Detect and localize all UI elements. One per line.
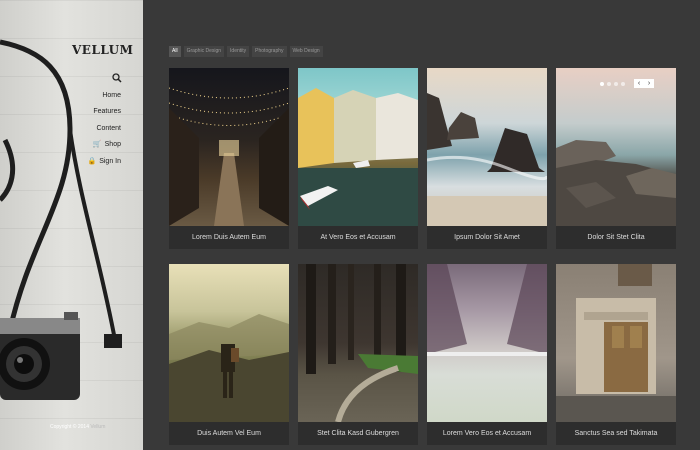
nav-item-sign-in[interactable]: 🔒 Sign In [87, 157, 121, 173]
portfolio-filters: All Graphic Design Identity Photography … [169, 46, 323, 57]
nav-item-label: Features [93, 108, 121, 116]
nav-item-home[interactable]: Home [87, 91, 121, 107]
filter-web-design[interactable]: Web Design [289, 46, 323, 57]
slider-dot[interactable] [621, 81, 625, 86]
search-icon[interactable] [112, 73, 122, 83]
copyright: Copyright © 2014 Vellum [50, 424, 105, 430]
portfolio-item[interactable]: Lorem Vero Eos et Accusam [427, 264, 547, 445]
portfolio-item[interactable]: ‹ › Dolor Sit Stet Clita [556, 68, 676, 249]
portfolio-image [298, 68, 418, 226]
slider-arrows: ‹ › [634, 79, 654, 88]
slider-prev-icon[interactable]: ‹ [634, 79, 644, 88]
portfolio-image [169, 264, 289, 422]
copyright-author[interactable]: Vellum [90, 424, 105, 430]
slider-dot[interactable] [607, 81, 611, 86]
portfolio-item[interactable]: At Vero Eos et Accusam [298, 68, 418, 249]
portfolio-title[interactable]: Ipsum Dolor Sit Amet [427, 226, 547, 249]
portfolio-title[interactable]: Lorem Duis Autem Eum [169, 226, 289, 249]
filter-identity[interactable]: Identity [227, 46, 250, 57]
portfolio-image [298, 264, 418, 422]
portfolio-image [427, 264, 547, 422]
portfolio-item[interactable]: Duis Autem Vel Eum [169, 264, 289, 445]
portfolio-item[interactable]: Lorem Duis Autem Eum [169, 68, 289, 249]
portfolio-title[interactable]: Duis Autem Vel Eum [169, 422, 289, 445]
portfolio-image: ‹ › [556, 68, 676, 226]
brand-logo[interactable]: VELLUM [72, 43, 133, 57]
main-nav: Home Features Content 🛒 Shop 🔒 Sign In [87, 91, 121, 173]
camera-strap-photo [0, 39, 122, 400]
portfolio-item[interactable]: Ipsum Dolor Sit Amet [427, 68, 547, 249]
filter-graphic-design[interactable]: Graphic Design [183, 46, 225, 57]
copyright-text: Copyright © 2014 [50, 424, 89, 430]
nav-item-features[interactable]: Features [87, 107, 121, 123]
nav-item-label: Sign In [99, 157, 121, 165]
portfolio-title[interactable]: At Vero Eos et Accusam [298, 226, 418, 249]
filter-all[interactable]: All [169, 46, 181, 57]
sidebar: VELLUM Home Features Content 🛒 Shop 🔒 Sign… [0, 0, 143, 450]
slider-dot[interactable] [614, 81, 618, 86]
portfolio-image [427, 68, 547, 226]
slider-next-icon[interactable]: › [644, 79, 654, 88]
portfolio-item[interactable]: Sanctus Sea sed Takimata [556, 264, 676, 445]
slider-controls: ‹ › [600, 79, 654, 88]
nav-item-shop[interactable]: 🛒 Shop [87, 140, 121, 156]
nav-item-label: Home [102, 92, 121, 99]
lock-icon: 🔒 [87, 157, 97, 165]
portfolio-image [169, 68, 289, 226]
slider-dot[interactable] [600, 81, 604, 86]
portfolio-title[interactable]: Stet Clita Kasd Gubergren [298, 422, 418, 445]
portfolio-title[interactable]: Dolor Sit Stet Clita [556, 226, 676, 249]
nav-item-content[interactable]: Content [87, 124, 121, 140]
nav-item-label: Content [96, 124, 121, 132]
portfolio-item[interactable]: Stet Clita Kasd Gubergren [298, 264, 418, 445]
cart-icon: 🛒 [92, 141, 102, 149]
filter-photography[interactable]: Photography [252, 46, 287, 57]
portfolio-image [556, 264, 676, 422]
portfolio-title[interactable]: Sanctus Sea sed Takimata [556, 422, 676, 445]
nav-item-label: Shop [104, 141, 121, 149]
portfolio-title[interactable]: Lorem Vero Eos et Accusam [427, 422, 547, 445]
